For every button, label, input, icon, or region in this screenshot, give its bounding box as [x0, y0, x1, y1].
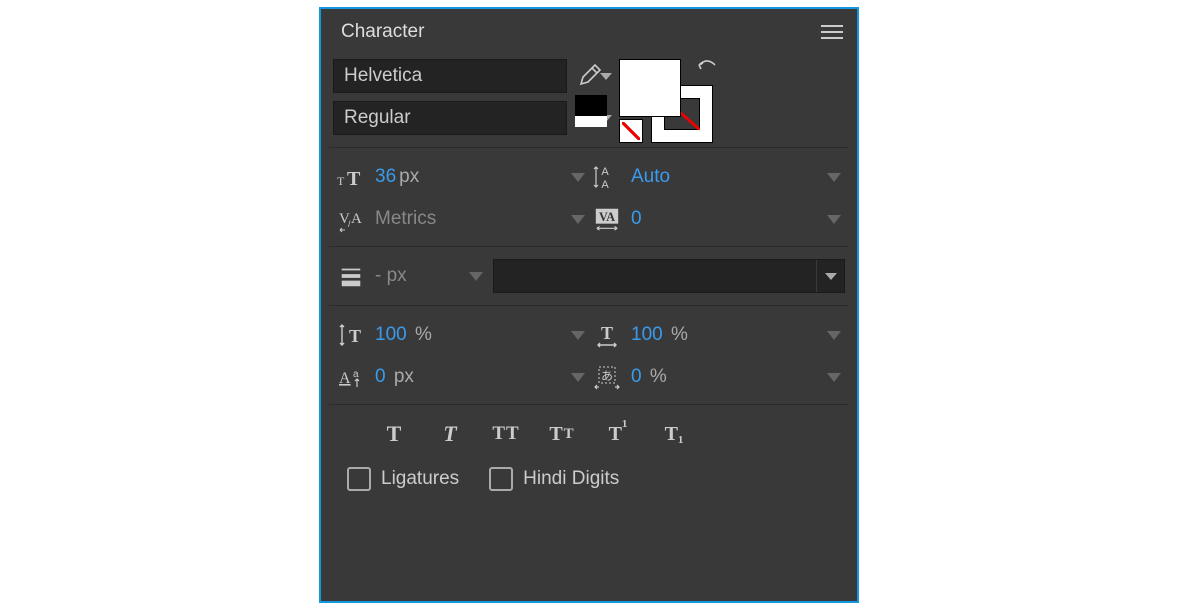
tracking-icon: VA — [589, 205, 625, 233]
kerning-stepper[interactable] — [567, 198, 589, 240]
all-caps-button[interactable]: TT — [485, 419, 527, 449]
hindi-digits-checkbox[interactable]: Hindi Digits — [489, 467, 619, 491]
leading-value[interactable]: Auto — [625, 166, 823, 188]
stroke-style-dropdown-button[interactable] — [816, 260, 844, 292]
baseline-shift-stepper[interactable] — [567, 356, 589, 398]
fill-color-swatch[interactable] — [619, 59, 681, 117]
panel-header: Character — [321, 9, 857, 53]
baseline-shift-field[interactable]: A a 0 px — [333, 356, 589, 398]
chevron-down-icon — [825, 273, 837, 280]
checkbox-box-icon — [347, 467, 371, 491]
no-color-icon[interactable] — [619, 119, 643, 143]
faux-style-row: T T TT TT T1 T1 — [329, 409, 849, 457]
ligatures-checkbox[interactable]: Ligatures — [347, 467, 459, 491]
fill-stroke-swatch[interactable] — [619, 59, 719, 143]
ligatures-label: Ligatures — [381, 468, 459, 490]
horizontal-scale-value[interactable]: 100 % — [625, 324, 823, 346]
vertical-scale-icon: T — [333, 321, 369, 349]
kerning-value[interactable]: Metrics — [369, 208, 567, 230]
font-size-icon: TT — [333, 163, 369, 191]
tsume-stepper[interactable] — [823, 356, 845, 398]
stroke-width-value[interactable]: - px — [375, 265, 459, 287]
tracking-stepper[interactable] — [823, 198, 845, 240]
svg-text:A: A — [601, 179, 609, 191]
leading-stepper[interactable] — [823, 156, 845, 198]
horizontal-scale-stepper[interactable] — [823, 314, 845, 356]
kerning-icon: V / A — [333, 205, 369, 233]
svg-text:T: T — [337, 174, 345, 188]
tsume-value[interactable]: 0 % — [625, 366, 823, 388]
character-panel: Character — [319, 7, 859, 603]
panel-title: Character — [341, 21, 424, 43]
mini-color-swatch[interactable] — [575, 95, 607, 127]
svg-text:あ: あ — [601, 369, 613, 383]
eyedropper-icon — [578, 63, 602, 87]
leading-icon: A A — [589, 163, 625, 191]
tracking-value[interactable]: 0 — [625, 208, 823, 230]
font-size-stepper[interactable] — [567, 156, 589, 198]
svg-text:A: A — [601, 166, 609, 178]
svg-text:T: T — [349, 326, 361, 346]
subscript-button[interactable]: T1 — [653, 419, 695, 449]
svg-text:VA: VA — [599, 210, 615, 224]
baseline-shift-icon: A a — [333, 363, 369, 391]
tracking-field[interactable]: VA 0 — [589, 198, 845, 240]
stroke-style-select[interactable] — [493, 259, 845, 293]
baseline-shift-value[interactable]: 0 px — [369, 366, 567, 388]
font-family-combo[interactable] — [333, 59, 567, 93]
font-style-combo[interactable] — [333, 101, 567, 135]
font-size-field[interactable]: TT 36px — [333, 156, 589, 198]
stroke-width-stepper[interactable] — [465, 257, 487, 295]
vertical-scale-value[interactable]: 100 % — [369, 324, 567, 346]
vertical-scale-stepper[interactable] — [567, 314, 589, 356]
hindi-digits-label: Hindi Digits — [523, 468, 619, 490]
eyedropper-button[interactable] — [575, 59, 605, 91]
svg-text:A: A — [339, 370, 351, 387]
font-family-input[interactable] — [334, 65, 599, 87]
vertical-scale-field[interactable]: T 100 % — [333, 314, 589, 356]
svg-text:T: T — [601, 323, 613, 343]
superscript-button[interactable]: T1 — [597, 419, 639, 449]
horizontal-scale-icon: T — [589, 321, 625, 349]
tsume-icon: あ — [589, 363, 625, 391]
leading-field[interactable]: A A Auto — [589, 156, 845, 198]
faux-bold-button[interactable]: T — [373, 419, 415, 449]
swap-fill-stroke-icon[interactable] — [695, 57, 719, 81]
font-size-value[interactable]: 36px — [369, 166, 567, 188]
svg-text:a: a — [353, 369, 359, 380]
svg-text:A: A — [351, 211, 362, 227]
small-caps-button[interactable]: TT — [541, 419, 583, 449]
font-style-input[interactable] — [334, 107, 599, 129]
faux-italic-button[interactable]: T — [429, 419, 471, 449]
tsume-field[interactable]: あ 0 % — [589, 356, 845, 398]
svg-text:T: T — [347, 168, 361, 190]
horizontal-scale-field[interactable]: T 100 % — [589, 314, 845, 356]
checkbox-box-icon — [489, 467, 513, 491]
kerning-field[interactable]: V / A Metrics — [333, 198, 589, 240]
stroke-width-icon — [333, 263, 369, 289]
panel-menu-icon[interactable] — [821, 21, 843, 43]
